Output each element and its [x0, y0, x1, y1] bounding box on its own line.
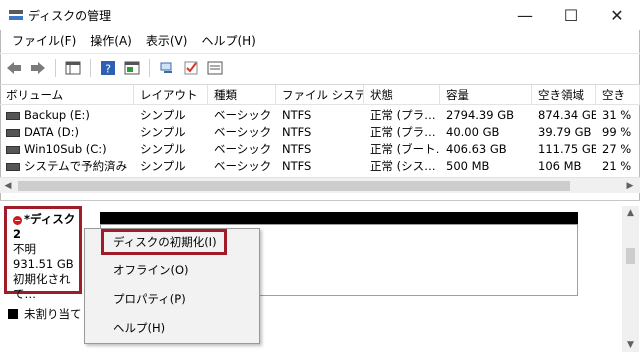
cell-type: ベーシック [214, 108, 272, 122]
error-icon: − [13, 216, 22, 225]
forward-arrow-icon[interactable] [28, 58, 48, 78]
drive-icon [6, 128, 20, 137]
cell-type: ベーシック [214, 125, 272, 139]
properties-icon[interactable] [205, 58, 225, 78]
drive-icon [6, 162, 20, 171]
scroll-right-arrow-icon[interactable]: ▶ [622, 178, 638, 194]
cell-type: ベーシック [214, 159, 272, 173]
toolbar-separator [90, 58, 91, 77]
scrollbar-thumb[interactable] [626, 248, 635, 264]
connect-icon[interactable] [157, 58, 177, 78]
column-header-layout[interactable]: レイアウト [134, 85, 208, 105]
toolbar-separator [55, 58, 56, 77]
legend-label: 未割り当て [24, 307, 82, 321]
toolbar-separator [149, 58, 150, 77]
cell-filesystem: NTFS [282, 159, 312, 173]
menu-item-properties[interactable]: プロパティ(P) [85, 286, 259, 312]
close-button[interactable]: ✕ [594, 0, 640, 30]
volume-list: ボリューム レイアウト 種類 ファイル システム 状態 容量 空き領域 空き B… [0, 84, 640, 193]
menu-item-offline[interactable]: オフライン(O) [85, 257, 259, 283]
cell-volume: DATA (D:) [24, 125, 79, 139]
column-header-capacity[interactable]: 容量 [440, 85, 532, 105]
cell-status: 正常 (ブート… [370, 142, 440, 156]
cell-free-percent: 21 % [602, 159, 632, 173]
cell-capacity: 40.00 GB [446, 125, 500, 139]
menu-action[interactable]: 操作(A) [84, 30, 138, 52]
cell-status: 正常 (プラ… [370, 108, 436, 122]
cell-volume: Win10Sub (C:) [24, 142, 107, 156]
menu-file[interactable]: ファイル(F) [6, 30, 82, 52]
column-header-free-percent[interactable]: 空き [596, 85, 640, 105]
cell-capacity: 2794.39 GB [446, 108, 515, 122]
cell-free-space: 106 MB [538, 159, 582, 173]
disk-state: 不明 [13, 242, 36, 256]
cell-volume: Backup (E:) [24, 108, 90, 122]
cell-filesystem: NTFS [282, 125, 312, 139]
menu-item-help[interactable]: ヘルプ(H) [85, 315, 259, 341]
column-header-filesystem[interactable]: ファイル システム [276, 85, 364, 105]
window-title: ディスクの管理 [28, 9, 112, 23]
cell-free-space: 111.75 GB [538, 142, 596, 156]
unallocated-swatch [8, 309, 18, 319]
unallocated-bar [100, 212, 578, 224]
disk-title: *ディスク 2 [13, 212, 76, 241]
cell-type: ベーシック [214, 142, 272, 156]
title-bar: ディスクの管理 — ☐ ✕ [0, 0, 640, 30]
cell-free-percent: 27 % [602, 142, 632, 156]
column-header-status[interactable]: 状態 [364, 85, 440, 105]
cell-volume: システムで予約済み [24, 159, 128, 173]
column-header-type[interactable]: 種類 [208, 85, 276, 105]
scroll-down-arrow-icon[interactable]: ▼ [622, 338, 639, 352]
help-icon[interactable]: ? [98, 58, 118, 78]
drive-icon [6, 145, 20, 154]
scrollbar-thumb[interactable] [18, 181, 570, 191]
show-hide-action-pane-icon[interactable] [122, 58, 142, 78]
cell-status: 正常 (シス… [370, 159, 436, 173]
highlight-box [101, 229, 227, 255]
cell-layout: シンプル [140, 125, 186, 139]
cell-filesystem: NTFS [282, 142, 312, 156]
cell-free-percent: 99 % [602, 125, 632, 139]
maximize-button[interactable]: ☐ [548, 0, 594, 30]
legend: 未割り当て [0, 300, 90, 328]
column-header-volume[interactable]: ボリューム [0, 85, 134, 105]
show-hide-console-tree-icon[interactable] [63, 58, 83, 78]
cell-filesystem: NTFS [282, 108, 312, 122]
disk-2-label[interactable]: − *ディスク 2 不明 931.51 GB 初期化されて… [4, 206, 82, 301]
check-icon[interactable] [181, 58, 201, 78]
cell-free-percent: 31 % [602, 108, 632, 122]
back-arrow-icon[interactable] [4, 58, 24, 78]
cell-capacity: 406.63 GB [446, 142, 507, 156]
cell-layout: シンプル [140, 142, 186, 156]
scroll-left-arrow-icon[interactable]: ◀ [0, 178, 16, 194]
menu-bar: ファイル(F) 操作(A) 表示(V) ヘルプ(H) [0, 30, 640, 52]
cell-layout: シンプル [140, 159, 186, 173]
column-header-free-space[interactable]: 空き領域 [532, 85, 596, 105]
disk-management-icon [9, 10, 23, 20]
context-menu: ディスクの初期化(I) オフライン(O) プロパティ(P) ヘルプ(H) [84, 228, 260, 344]
menu-help[interactable]: ヘルプ(H) [195, 30, 261, 52]
cell-capacity: 500 MB [446, 159, 490, 173]
vertical-scrollbar[interactable]: ▲ ▼ [622, 206, 639, 352]
svg-text:?: ? [105, 62, 111, 75]
disk-size: 931.51 GB [13, 257, 74, 271]
menu-view[interactable]: 表示(V) [140, 30, 194, 52]
cell-status: 正常 (プラ… [370, 125, 436, 139]
drive-icon [6, 111, 20, 120]
horizontal-scrollbar[interactable]: ◀ ▶ [0, 177, 640, 193]
table-row[interactable]: Win10Sub (C:) シンプル ベーシック NTFS 正常 (ブート… 4… [0, 141, 640, 158]
table-header: ボリューム レイアウト 種類 ファイル システム 状態 容量 空き領域 空き [0, 85, 640, 105]
cell-free-space: 874.34 GB [538, 108, 596, 122]
table-row[interactable]: システムで予約済み シンプル ベーシック NTFS 正常 (シス… 500 MB… [0, 158, 640, 175]
table-row[interactable]: Backup (E:) シンプル ベーシック NTFS 正常 (プラ… 2794… [0, 107, 640, 124]
table-row[interactable]: DATA (D:) シンプル ベーシック NTFS 正常 (プラ… 40.00 … [0, 124, 640, 141]
cell-layout: シンプル [140, 108, 186, 122]
toolbar: ? [0, 53, 640, 81]
scroll-up-arrow-icon[interactable]: ▲ [622, 206, 639, 220]
minimize-button[interactable]: — [502, 0, 548, 30]
cell-free-space: 39.79 GB [538, 125, 592, 139]
disk-status: 初期化されて… [13, 272, 71, 301]
